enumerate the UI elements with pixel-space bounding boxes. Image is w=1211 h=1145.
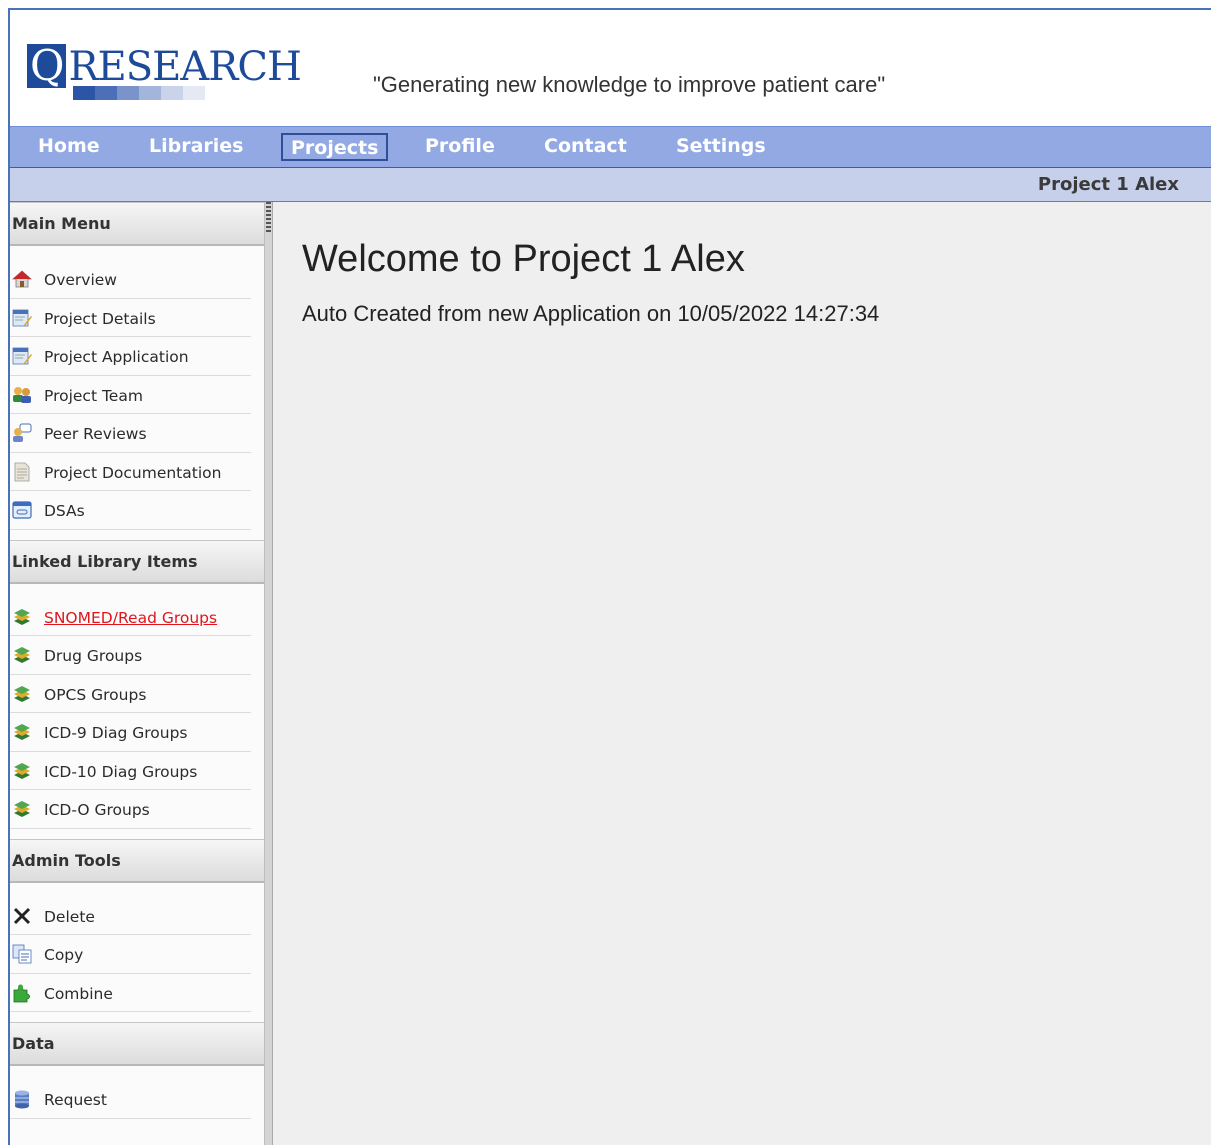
menu-item-project-team[interactable]: Project Team	[10, 376, 251, 414]
menu-item-delete[interactable]: Delete	[10, 897, 251, 935]
menu-item-opcs-groups[interactable]: OPCS Groups	[10, 675, 251, 713]
sidebar-splitter[interactable]	[264, 202, 273, 1145]
section-admin-tools: Delete Copy Combine	[10, 883, 264, 1023]
menu-item-label: DSAs	[44, 502, 85, 520]
menu-item-label: ICD-O Groups	[44, 801, 150, 819]
project-created-note: Auto Created from new Application on 10/…	[302, 301, 880, 326]
menu-item-label: OPCS Groups	[44, 685, 147, 704]
section-header-data: Data	[10, 1022, 264, 1066]
section-main-menu: Overview Project Details Project Applica…	[10, 246, 264, 540]
menu-item-copy[interactable]: Copy	[10, 935, 251, 974]
tagline: "Generating new knowledge to improve pat…	[373, 72, 886, 97]
books-icon	[14, 724, 30, 740]
app-frame: Q RESEARCH "Generating new knowledge to i…	[8, 8, 1211, 1145]
menu-item-label: Peer Reviews	[44, 425, 147, 443]
books-icon	[14, 801, 30, 817]
copy-icon	[12, 944, 32, 964]
nav-projects[interactable]: Projects	[281, 133, 389, 161]
database-icon	[15, 1090, 29, 1109]
menu-item-label: ICD-10 Diag Groups	[44, 762, 198, 781]
page-title: Welcome to Project 1 Alex	[302, 238, 745, 280]
menu-item-project-documentation[interactable]: Project Documentation	[10, 453, 251, 491]
menu-item-drug-groups[interactable]: Drug Groups	[10, 636, 251, 675]
nav-profile[interactable]: Profile	[417, 133, 503, 161]
menu-item-label: Request	[44, 1091, 107, 1109]
menu-item-icdo-groups[interactable]: ICD-O Groups	[10, 790, 251, 829]
nav-settings[interactable]: Settings	[668, 133, 774, 161]
document-icon	[14, 462, 30, 481]
menu-item-label: Delete	[44, 907, 95, 926]
section-linked-library-items: SNOMED/Read Groups Drug Groups OPCS Grou…	[10, 584, 264, 839]
books-icon	[14, 685, 30, 702]
menu-item-label: ICD-9 Diag Groups	[44, 724, 188, 742]
logo-wordmark: RESEARCH	[68, 44, 301, 90]
menu-item-label: Project Details	[44, 309, 156, 328]
main-content: Welcome to Project 1 Alex Auto Created f…	[273, 202, 1211, 1145]
sidebar: Main Menu Overview Project Details Proje…	[10, 202, 265, 1145]
menu-item-snomed-read-groups[interactable]: SNOMED/Read Groups	[10, 598, 251, 636]
menu-item-icd10-diag-groups[interactable]: ICD-10 Diag Groups	[10, 752, 251, 790]
menu-item-peer-reviews[interactable]: Peer Reviews	[10, 414, 251, 453]
person-chat-icon	[13, 423, 32, 442]
menu-item-label: Drug Groups	[44, 647, 143, 665]
books-icon	[14, 762, 30, 779]
top-nav: Home Libraries Projects Profile Contact …	[10, 126, 1211, 168]
nav-libraries[interactable]: Libraries	[141, 133, 252, 161]
logo-letter: Q	[27, 44, 67, 88]
menu-item-icd9-diag-groups[interactable]: ICD-9 Diag Groups	[10, 713, 251, 752]
people-icon	[13, 386, 31, 403]
menu-item-project-application[interactable]: Project Application	[10, 337, 251, 376]
breadcrumb-bar: Project 1 Alex	[10, 168, 1211, 202]
section-data: Request	[10, 1066, 264, 1129]
logo-bars	[73, 86, 205, 100]
house-icon	[12, 270, 32, 288]
logo-text: Q RESEARCH	[27, 44, 302, 90]
menu-item-dsas[interactable]: DSAs	[10, 491, 251, 530]
menu-item-label: Project Documentation	[44, 463, 222, 482]
section-header-admin-tools: Admin Tools	[10, 838, 264, 883]
puzzle-icon	[13, 984, 30, 1002]
menu-item-overview[interactable]: Overview	[10, 260, 251, 299]
qresearch-logo[interactable]: Q RESEARCH	[27, 44, 307, 104]
menu-item-project-details[interactable]: Project Details	[10, 299, 251, 337]
books-icon	[14, 608, 30, 625]
menu-item-label: SNOMED/Read Groups	[44, 608, 218, 627]
menu-item-combine[interactable]: Combine	[10, 974, 251, 1012]
edit-form-icon	[12, 309, 32, 326]
menu-item-label: Project Team	[44, 386, 143, 405]
menu-item-label: Project Application	[44, 348, 189, 366]
x-icon	[13, 907, 31, 924]
menu-item-label: Overview	[44, 271, 117, 289]
splitter-grip[interactable]	[266, 202, 271, 232]
nav-contact[interactable]: Contact	[536, 133, 635, 161]
section-header-linked-library-items: Linked Library Items	[10, 539, 264, 584]
breadcrumb-project: Project 1 Alex	[1037, 174, 1179, 195]
menu-item-request[interactable]: Request	[10, 1080, 251, 1119]
site-header: Q RESEARCH "Generating new knowledge to i…	[10, 10, 1211, 126]
window-icon	[12, 501, 32, 519]
menu-item-label: Combine	[44, 984, 113, 1003]
nav-home[interactable]: Home	[30, 133, 108, 161]
books-icon	[14, 647, 30, 663]
edit-form-icon	[12, 347, 32, 365]
menu-item-label: Copy	[44, 946, 84, 964]
section-header-main-menu: Main Menu	[10, 202, 264, 246]
